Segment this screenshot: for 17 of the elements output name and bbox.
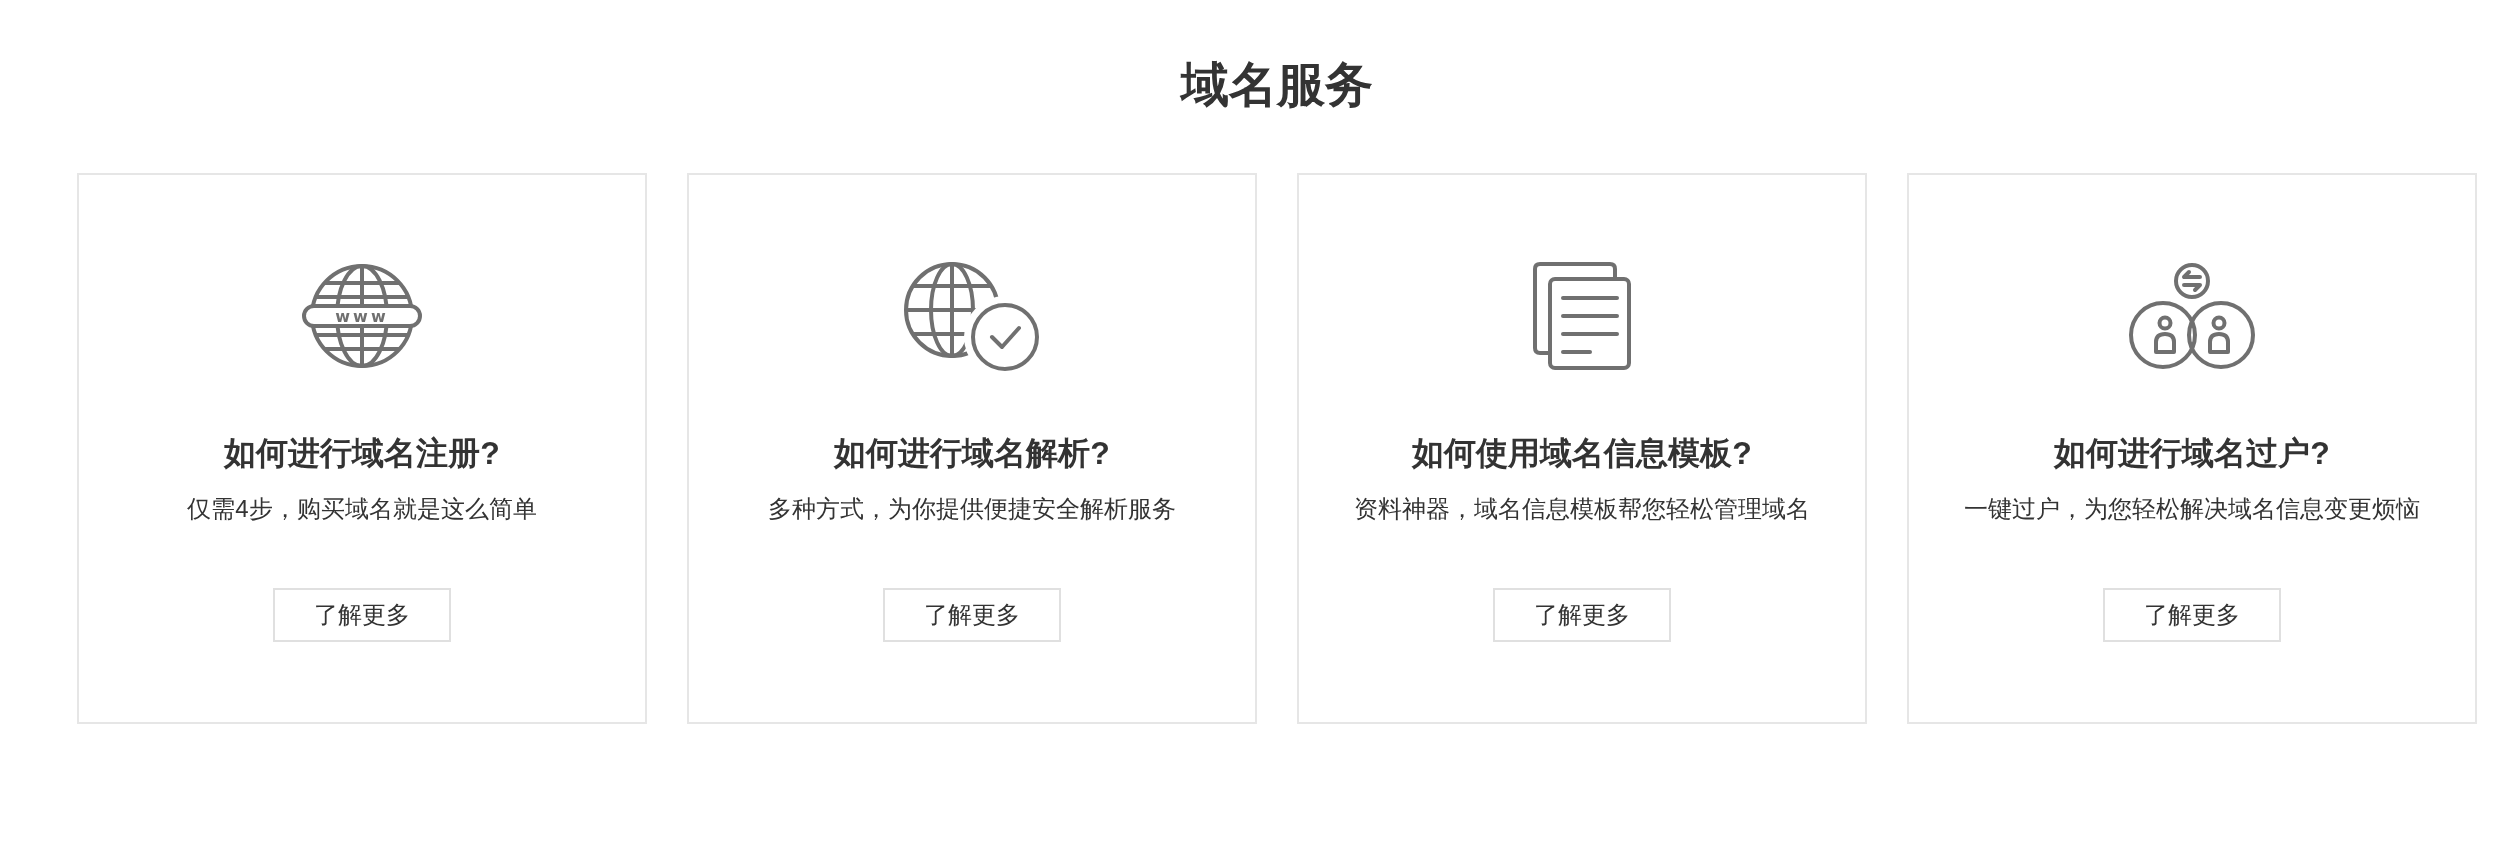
- documents-icon: [1533, 262, 1631, 370]
- card-description: 多种方式，为你提供便捷安全解析服务: [768, 494, 1176, 524]
- learn-more-button[interactable]: 了解更多: [2103, 588, 2281, 642]
- card-title: 如何进行域名过户?: [2054, 434, 2330, 473]
- www-label: www: [335, 307, 389, 326]
- learn-more-button[interactable]: 了解更多: [273, 588, 451, 642]
- learn-more-button[interactable]: 了解更多: [883, 588, 1061, 642]
- card-description: 仅需4步，购买域名就是这么简单: [187, 494, 537, 524]
- section-title: 域名服务: [1179, 57, 1374, 113]
- card-title: 如何使用域名信息模板?: [1412, 434, 1752, 473]
- card-title: 如何进行域名注册?: [224, 434, 500, 473]
- card-description: 一键过户，为您轻松解决域名信息变更烦恼: [1964, 494, 2420, 524]
- card-description: 资料神器，域名信息模板帮您轻松管理域名: [1354, 494, 1810, 524]
- globe-check-icon: [904, 260, 1040, 372]
- card-title: 如何进行域名解析?: [834, 434, 1110, 473]
- learn-more-button[interactable]: 了解更多: [1493, 588, 1671, 642]
- people-exchange-icon: [2128, 262, 2256, 370]
